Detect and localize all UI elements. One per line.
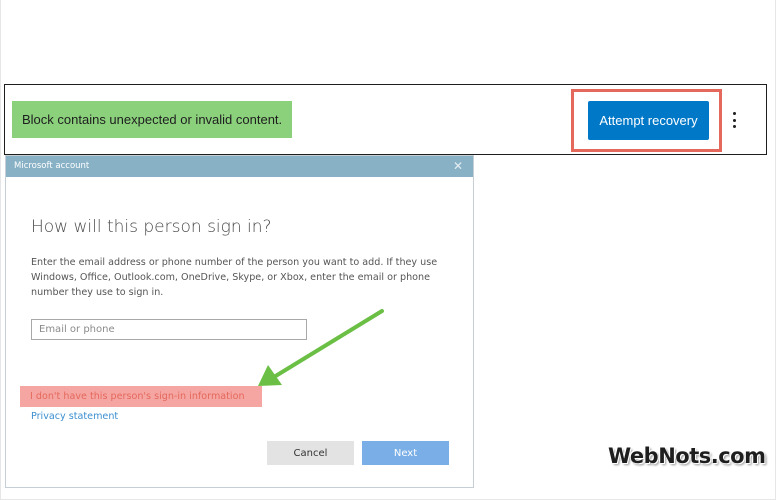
dialog-title: Microsoft account [14, 161, 90, 171]
ellipsis-dot [732, 125, 736, 128]
ellipsis-dot [732, 112, 736, 115]
no-sign-in-info-link[interactable]: I don't have this person's sign-in infor… [20, 386, 262, 407]
webnots-watermark: WebNots.com [608, 444, 766, 468]
warning-message: Block contains unexpected or invalid con… [12, 101, 293, 138]
vertical-ellipsis-icon[interactable] [727, 108, 741, 132]
block-warning: Block contains unexpected or invalid con… [4, 84, 767, 155]
dialog-description: Enter the email address or phone number … [31, 257, 438, 298]
close-icon[interactable]: ✕ [453, 159, 463, 174]
attempt-recovery-button[interactable]: Attempt recovery [588, 101, 709, 140]
dialog-heading: How will this person sign in? [31, 217, 272, 237]
microsoft-account-dialog: Microsoft account ✕ How will this person… [5, 155, 474, 488]
ellipsis-dot [732, 118, 736, 122]
next-button[interactable]: Next [362, 441, 449, 465]
privacy-statement-link[interactable]: Privacy statement [31, 411, 118, 422]
email-or-phone-input[interactable] [31, 319, 307, 340]
dialog-titlebar: Microsoft account ✕ [6, 156, 473, 177]
cancel-button[interactable]: Cancel [267, 441, 354, 465]
